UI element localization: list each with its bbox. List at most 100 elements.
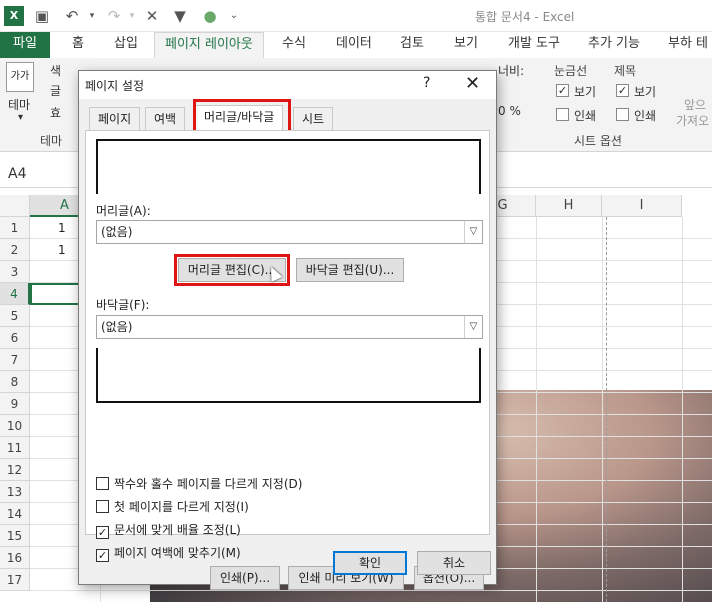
- gridlines-print-checkbox[interactable]: [556, 108, 569, 121]
- row-header-9[interactable]: 9: [0, 393, 30, 415]
- filter-icon[interactable]: ▼: [170, 6, 190, 26]
- tab-page-layout[interactable]: 페이지 레이아웃: [154, 32, 264, 58]
- tab-view[interactable]: 보기: [444, 32, 488, 58]
- headings-view-checkbox[interactable]: ✓: [616, 84, 629, 97]
- headings-print-checkbox[interactable]: [616, 108, 629, 121]
- ribbon-tab-bar: 파일 홈 삽입 페이지 레이아웃 수식 데이터 검토 보기 개발 도구 추가 기…: [0, 32, 712, 58]
- row-header-2[interactable]: 2: [0, 239, 30, 261]
- row-header-6[interactable]: 6: [0, 327, 30, 349]
- close-icon[interactable]: ✕: [142, 6, 162, 26]
- checkbox-unchecked[interactable]: [96, 500, 109, 513]
- excel-logo-icon: X: [4, 6, 24, 26]
- checkbox-row[interactable]: 첫 페이지를 다르게 지정(I): [96, 498, 249, 516]
- gridline-column: [602, 217, 603, 602]
- row-header-11[interactable]: 11: [0, 437, 30, 459]
- save-icon[interactable]: ▣: [32, 6, 52, 26]
- tab-add-ins[interactable]: 추가 기능: [578, 32, 650, 58]
- undo-dropdown-icon[interactable]: ▾: [82, 6, 102, 26]
- tab-file[interactable]: 파일: [0, 32, 50, 58]
- dialog-close-button[interactable]: ✕: [465, 73, 480, 94]
- row-header-12[interactable]: 12: [0, 459, 30, 481]
- row-header-8[interactable]: 8: [0, 371, 30, 393]
- checkbox-row[interactable]: ✓ 페이지 여백에 맞추기(M): [96, 544, 241, 562]
- dialog-title-bar: 페이지 설정 ? ✕: [79, 71, 496, 99]
- row-header-10[interactable]: 10: [0, 415, 30, 437]
- header-footer-panel: 머리글(A): (없음) ▽ 머리글 편집(C)... 바닥글 편집(U)...…: [85, 130, 490, 590]
- tab-page[interactable]: 페이지: [89, 107, 141, 131]
- tab-formulas[interactable]: 수식: [272, 32, 316, 58]
- cancel-button[interactable]: 취소: [417, 551, 491, 575]
- more-icon[interactable]: ⌄: [224, 6, 244, 26]
- column-header-h[interactable]: H: [536, 195, 602, 217]
- scale-value[interactable]: 0 %: [498, 104, 521, 118]
- bring-forward-label[interactable]: 앞으: [684, 96, 706, 113]
- page-break-line: [606, 217, 607, 602]
- tab-data[interactable]: 데이터: [326, 32, 382, 58]
- cell-a1-value[interactable]: 1: [58, 221, 66, 235]
- gridline-column: [682, 217, 683, 602]
- page-setup-dialog: 페이지 설정 ? ✕ 페이지 여백 머리글/바닥글 시트 머리글(A): (없음…: [78, 70, 497, 590]
- tab-margins[interactable]: 여백: [145, 107, 186, 131]
- tab-home[interactable]: 홈: [62, 32, 94, 58]
- edit-footer-button[interactable]: 바닥글 편집(U)...: [296, 258, 404, 282]
- checkbox-checked[interactable]: ✓: [96, 549, 109, 562]
- checkbox-row[interactable]: ✓ 문서에 맞게 배율 조정(L): [96, 521, 241, 539]
- tab-insert[interactable]: 삽입: [104, 32, 148, 58]
- header-label: 머리글(A):: [96, 204, 151, 218]
- themes-dropdown-icon[interactable]: ▾: [18, 112, 23, 123]
- theme-fonts-label[interactable]: 글: [50, 82, 61, 99]
- checkbox-row[interactable]: 짝수와 홀수 페이지를 다르게 지정(D): [96, 475, 302, 493]
- width-label: 너비:: [498, 64, 525, 78]
- tab-developer[interactable]: 개발 도구: [498, 32, 570, 58]
- row-header-14[interactable]: 14: [0, 503, 30, 525]
- bring-forward-label-2[interactable]: 가져오: [676, 112, 709, 129]
- footer-preview: [96, 348, 481, 403]
- header-preview: [96, 139, 481, 194]
- print-button[interactable]: 인쇄(P)...: [210, 566, 280, 590]
- gridline-row: [30, 590, 712, 591]
- footer-select[interactable]: (없음) ▽: [96, 315, 483, 339]
- row-header-17[interactable]: 17: [0, 569, 30, 591]
- ok-button[interactable]: 확인: [333, 551, 407, 575]
- active-cell-a4[interactable]: [30, 283, 80, 305]
- cell-a2-value[interactable]: 1: [58, 243, 66, 257]
- undo-icon[interactable]: ↶: [62, 6, 82, 26]
- row-header-15[interactable]: 15: [0, 525, 30, 547]
- chevron-down-icon[interactable]: ▽: [464, 316, 482, 338]
- redo-dropdown-icon[interactable]: ▾: [122, 6, 142, 26]
- footer-label: 바닥글(F):: [96, 298, 150, 312]
- themes-button-label[interactable]: 테마: [8, 96, 30, 113]
- row-header-13[interactable]: 13: [0, 481, 30, 503]
- select-all-corner[interactable]: [0, 195, 30, 217]
- gridline-column: [536, 217, 537, 602]
- name-box[interactable]: A4: [2, 164, 62, 184]
- row-header-4[interactable]: 4: [0, 283, 30, 305]
- gridlines-print-label: 인쇄: [574, 109, 597, 123]
- row-header-3[interactable]: 3: [0, 261, 30, 283]
- window-title: 통합 문서4 - Excel: [475, 10, 575, 24]
- tab-review[interactable]: 검토: [390, 32, 434, 58]
- tab-sheet[interactable]: 시트: [293, 107, 334, 131]
- redo-icon[interactable]: ↷: [104, 6, 124, 26]
- help-button[interactable]: ?: [423, 75, 430, 91]
- headings-print-label: 인쇄: [634, 109, 657, 123]
- row-header-5[interactable]: 5: [0, 305, 30, 327]
- row-header-7[interactable]: 7: [0, 349, 30, 371]
- footer-select-value: (없음): [101, 320, 133, 334]
- checkbox-label: 짝수와 홀수 페이지를 다르게 지정(D): [114, 477, 303, 491]
- row-header-16[interactable]: 16: [0, 547, 30, 569]
- header-select[interactable]: (없음) ▽: [96, 220, 483, 244]
- dialog-title: 페이지 설정: [85, 79, 145, 93]
- chevron-down-icon[interactable]: ▽: [464, 221, 482, 243]
- row-header-1[interactable]: 1: [0, 217, 30, 239]
- circle-icon[interactable]: ●: [200, 6, 220, 26]
- checkbox-checked[interactable]: ✓: [96, 526, 109, 539]
- checkbox-unchecked[interactable]: [96, 477, 109, 490]
- gridlines-view-checkbox[interactable]: ✓: [556, 84, 569, 97]
- themes-icon[interactable]: 가가: [6, 62, 34, 92]
- tab-load-test[interactable]: 부하 테: [658, 32, 712, 58]
- column-header-i[interactable]: I: [602, 195, 682, 217]
- group-sheet-options-label: 시트 옵션: [574, 134, 622, 148]
- theme-colors-label[interactable]: 색: [50, 62, 61, 79]
- theme-effects-label[interactable]: 효: [50, 104, 61, 121]
